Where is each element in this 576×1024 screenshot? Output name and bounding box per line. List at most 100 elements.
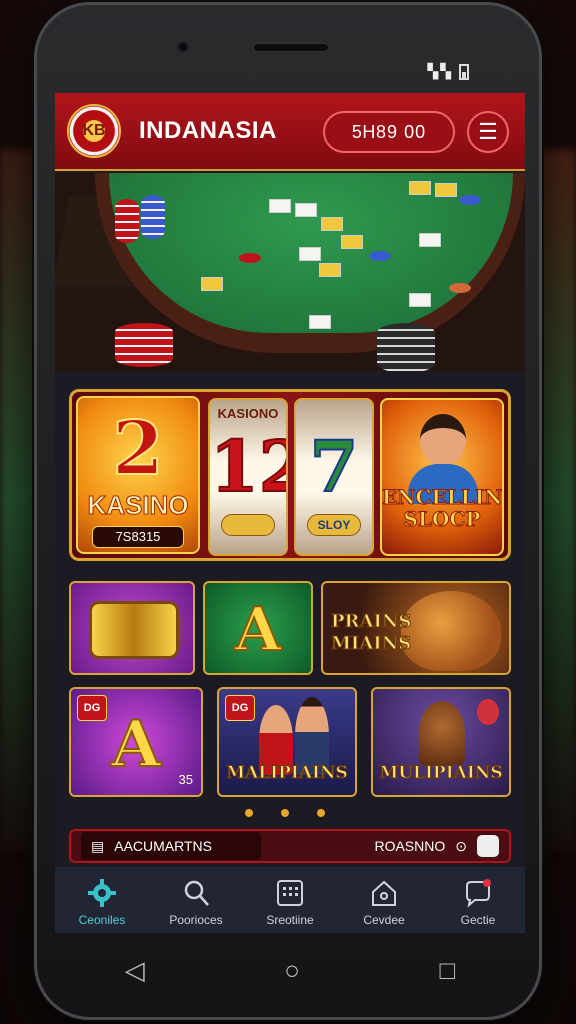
card: [319, 263, 341, 277]
bottom-navigation: Ceoniles Poorioces Sreotiine Cevdee Gect…: [55, 867, 525, 933]
nav-item-search[interactable]: Poorioces: [156, 877, 236, 927]
gear-icon: [86, 877, 118, 909]
slot-reel-1: KASIONO 12 .: [208, 398, 288, 556]
tile-number: 35: [178, 772, 193, 787]
card: [409, 181, 431, 195]
reel-2-label: [296, 406, 372, 421]
slot-code-badge: 7S8315: [92, 526, 184, 548]
recents-icon[interactable]: □: [440, 955, 456, 986]
slot-kasino-title: KASINO: [87, 490, 189, 521]
slot-encellino-panel[interactable]: ENCELLINO SLOCP: [380, 398, 504, 556]
animal-mascot-icon: [419, 701, 465, 765]
card: [309, 315, 331, 329]
card: [409, 293, 431, 307]
nav-item-home[interactable]: Ceoniles: [62, 877, 142, 927]
nav-label: Ceoniles: [78, 913, 126, 927]
game-tile-a-green[interactable]: A: [203, 581, 313, 675]
chevron-circle-icon: ⊙: [455, 837, 467, 854]
game-tile-malipiains[interactable]: DG MALIPIAINS: [217, 687, 357, 797]
chat-icon: [462, 877, 494, 909]
tile-badge: DG: [225, 695, 255, 721]
slot-kasino-panel[interactable]: 2 KASINO 7S8315: [76, 396, 200, 554]
promo-right[interactable]: ROASNNO ⊙: [374, 835, 499, 857]
app-header: KB INDANASIA 5Ꮋ89 00 ☰: [55, 93, 525, 171]
featured-slot-banner[interactable]: 2 KASINO 7S8315 KASIONO 12 . 7 SLOY ENCE…: [69, 389, 511, 561]
home-icon: [368, 877, 400, 909]
nav-label: Cevdee: [363, 913, 405, 927]
card: [295, 203, 317, 217]
card: [269, 199, 291, 213]
letter-a-icon: A: [110, 706, 162, 783]
game-tile-prains[interactable]: PRAINS MIAINS: [321, 581, 511, 675]
nav-label: Poorioces: [169, 913, 223, 927]
phone-frame: ▚▚ KB INDANASIA 5Ꮋ89 00 ☰ 2 KASINO 7S831…: [34, 2, 542, 1020]
casino-logo[interactable]: KB: [67, 104, 121, 158]
game-tile-coin[interactable]: [69, 581, 195, 675]
dice-icon: [477, 835, 499, 857]
carousel-pagination: [245, 809, 325, 817]
phone-speaker: [253, 43, 329, 52]
battery-icon: [459, 64, 469, 81]
tile-mulipiains-title: MULIPIAINS: [379, 763, 503, 784]
nav-item-chat[interactable]: Gectie: [438, 877, 518, 927]
app-title: INDANASIA: [139, 117, 277, 144]
chip: [449, 283, 471, 293]
menu-button[interactable]: ☰: [467, 111, 509, 153]
reel-1-label: KASIONO: [217, 406, 279, 421]
balloon-icon: [477, 699, 499, 725]
chip: [239, 253, 261, 263]
letter-a-icon: A: [234, 594, 283, 666]
mascot-face: [420, 414, 466, 466]
promo-left-label: AACUMARTNS: [114, 838, 212, 854]
app-screen: KB INDANASIA 5Ꮋ89 00 ☰ 2 KASINO 7S8315 K…: [55, 93, 525, 933]
nav-item-grid[interactable]: Sreotiine: [250, 877, 330, 927]
hero-poker-table[interactable]: [55, 173, 525, 371]
chip: [459, 195, 481, 205]
reel-1-number: 12: [210, 424, 286, 509]
signal-icon: ▚▚: [427, 63, 453, 79]
chip-stack-black: [377, 323, 435, 371]
menu-icon: ☰: [478, 119, 498, 144]
card: [299, 247, 321, 261]
logo-text: KB: [82, 122, 106, 139]
reel-1-pill: .: [221, 514, 275, 536]
system-navigation: ◁ ○ □: [55, 940, 525, 1000]
promo-bar: ▤ AACUMARTNS ROASNNO ⊙: [69, 829, 511, 863]
card: [341, 235, 363, 249]
pagination-dot[interactable]: [281, 809, 289, 817]
nav-label: Gectie: [460, 913, 496, 927]
search-icon: [180, 877, 212, 909]
nav-item-home-alt[interactable]: Cevdee: [344, 877, 424, 927]
status-bar: ▚▚: [427, 63, 469, 81]
grid-icon: [274, 877, 306, 909]
game-tile-mulipiains[interactable]: MULIPIAINS: [371, 687, 511, 797]
chip-stack-rack: [141, 195, 165, 239]
chip-stack-rack: [115, 199, 139, 243]
tile-malipiains-title: MALIPIAINS: [226, 763, 349, 784]
home-circle-icon[interactable]: ○: [284, 955, 300, 986]
card: [435, 183, 457, 197]
tiger-icon: [401, 591, 501, 671]
card: [201, 277, 223, 291]
tile-prains-title: PRAINS MIAINS: [331, 611, 412, 655]
back-icon[interactable]: ◁: [125, 955, 145, 986]
game-tile-a-purple[interactable]: DG A 35: [69, 687, 203, 797]
chip: [369, 251, 391, 261]
pagination-dot[interactable]: [245, 809, 253, 817]
chip-stack-red: [115, 323, 173, 367]
slot-reel-2: 7 SLOY: [294, 398, 374, 556]
card: [321, 217, 343, 231]
balance-display[interactable]: 5Ꮋ89 00: [323, 111, 455, 153]
reel-2-number: 7: [309, 424, 360, 509]
slot-big-number: 2: [111, 405, 165, 493]
slot-encellino-title: ENCELLINO SLOCP: [382, 485, 503, 531]
card: [419, 233, 441, 247]
reel-2-pill: SLOY: [307, 514, 361, 536]
nav-label: Sreotiine: [266, 913, 314, 927]
promo-left[interactable]: ▤ AACUMARTNS: [81, 832, 261, 860]
pagination-dot[interactable]: [317, 809, 325, 817]
phone-camera: [177, 41, 189, 53]
gold-coin-icon: [89, 601, 179, 659]
document-icon: ▤: [91, 837, 105, 854]
promo-right-label: ROASNNO: [374, 838, 446, 854]
